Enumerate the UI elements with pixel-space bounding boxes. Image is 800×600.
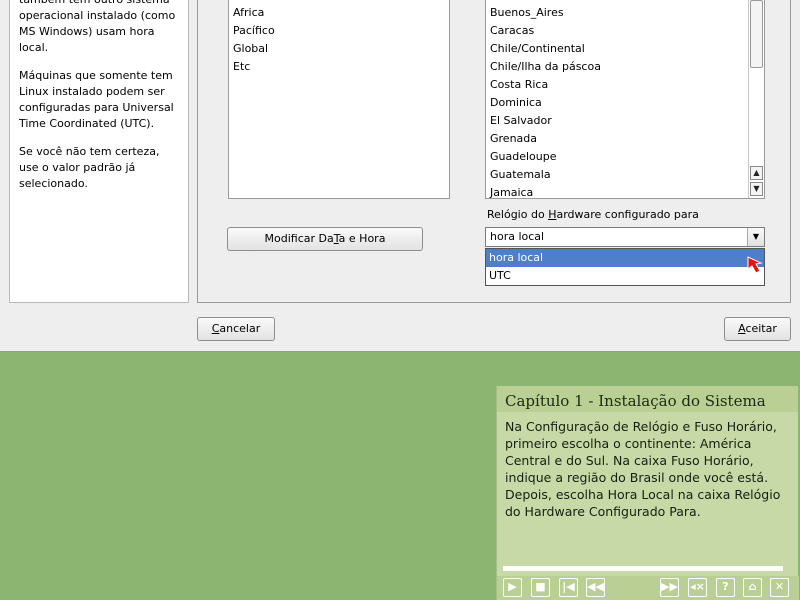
- region-list[interactable]: Africa Pacífico Global Etc: [228, 0, 450, 199]
- timezone-item[interactable]: Chile/Continental: [486, 40, 748, 58]
- help-text-2: Máquinas que somente tem Linux instalado…: [19, 69, 174, 130]
- modify-date-time-button[interactable]: Modificar DaTa e Hora: [227, 227, 423, 251]
- tutorial-panel: Capítulo 1 - Instalação do Sistema Na Co…: [496, 386, 799, 600]
- chevron-down-icon[interactable]: ▼: [747, 228, 764, 246]
- play-icon[interactable]: ▶: [503, 578, 522, 597]
- clock-timezone-frame: Africa Pacífico Global Etc Buenos_Aires …: [197, 0, 791, 303]
- installer-window: também tem outro sistema operacional ins…: [0, 0, 800, 352]
- rewind-icon[interactable]: ◀◀: [586, 578, 605, 597]
- stop-icon[interactable]: ■: [531, 578, 550, 597]
- media-controls: ▶ ■ |◀ ◀◀ ▶▶ ◂× ? ⌂ ✕: [497, 576, 799, 600]
- hardware-clock-dropdown[interactable]: hora local UTC: [485, 248, 765, 286]
- tutorial-body: Na Configuração de Relógio e Fuso Horári…: [505, 419, 781, 519]
- region-item[interactable]: Etc: [229, 58, 449, 76]
- help-text-1: também tem outro sistema operacional ins…: [19, 0, 176, 54]
- timezone-scrollbar[interactable]: ▲ ▼: [748, 0, 764, 198]
- home-icon[interactable]: ⌂: [743, 578, 762, 597]
- scroll-down-icon[interactable]: ▼: [750, 182, 763, 196]
- timezone-list[interactable]: Buenos_Aires Caracas Chile/Continental C…: [485, 0, 765, 199]
- hardware-clock-select[interactable]: hora local ▼: [485, 227, 765, 247]
- accept-button[interactable]: Aceitar: [724, 317, 791, 341]
- region-item[interactable]: Global: [229, 40, 449, 58]
- timezone-item[interactable]: Dominica: [486, 94, 748, 112]
- help-panel: também tem outro sistema operacional ins…: [9, 0, 189, 303]
- tutorial-progress-bar[interactable]: [503, 566, 783, 571]
- fast-forward-icon[interactable]: ▶▶: [660, 578, 679, 597]
- hardware-clock-label: Relógio do Hardware configurado para: [487, 208, 699, 221]
- cancel-button[interactable]: Cancelar: [197, 317, 275, 341]
- region-item[interactable]: Pacífico: [229, 22, 449, 40]
- option-utc[interactable]: UTC: [486, 267, 764, 285]
- skip-back-icon[interactable]: |◀: [559, 578, 578, 597]
- timezone-item[interactable]: Jamaica: [486, 184, 748, 198]
- option-hora-local[interactable]: hora local: [486, 249, 764, 267]
- help-text-3: Se você não tem certeza, use o valor pad…: [19, 145, 160, 190]
- timezone-item[interactable]: Grenada: [486, 130, 748, 148]
- close-icon[interactable]: ✕: [770, 578, 789, 597]
- timezone-item[interactable]: Guatemala: [486, 166, 748, 184]
- timezone-item[interactable]: Caracas: [486, 22, 748, 40]
- pointer-cursor-icon: [747, 256, 763, 274]
- timezone-item[interactable]: Guadeloupe: [486, 148, 748, 166]
- scroll-up-icon[interactable]: ▲: [750, 166, 763, 180]
- timezone-item[interactable]: Costa Rica: [486, 76, 748, 94]
- scrollbar-thumb[interactable]: [750, 0, 763, 68]
- help-icon[interactable]: ?: [716, 578, 735, 597]
- tutorial-title: Capítulo 1 - Instalação do Sistema: [497, 386, 798, 412]
- mute-icon[interactable]: ◂×: [688, 578, 707, 597]
- region-item[interactable]: Africa: [229, 4, 449, 22]
- timezone-item[interactable]: Buenos_Aires: [486, 4, 748, 22]
- timezone-item[interactable]: El Salvador: [486, 112, 748, 130]
- timezone-item[interactable]: Chile/Ilha da páscoa: [486, 58, 748, 76]
- hardware-clock-value: hora local: [490, 230, 545, 243]
